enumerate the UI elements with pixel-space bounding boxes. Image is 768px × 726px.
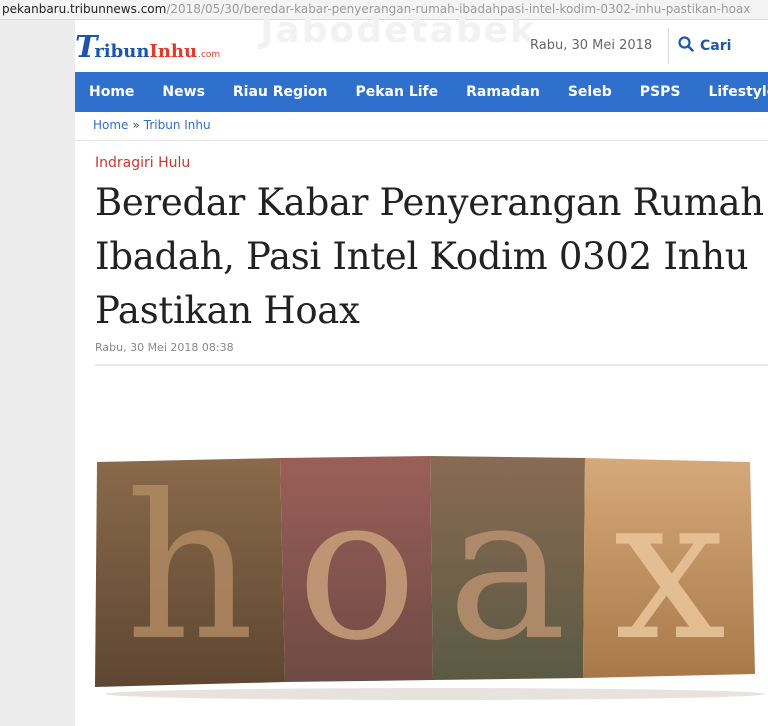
article-image[interactable]: h o a x [95, 412, 768, 702]
search-button[interactable]: Cari [678, 36, 731, 56]
breadcrumb-divider [75, 140, 768, 141]
site-header: Jabodetabek T ribun Inhu .com Rabu, 30 M… [75, 10, 768, 72]
hoax-letter-o: o [297, 452, 417, 685]
site-logo[interactable]: T ribun Inhu .com [75, 30, 221, 65]
breadcrumb: Home » Tribun Inhu [93, 118, 211, 132]
nav-item-news[interactable]: News [148, 72, 218, 112]
breadcrumb-separator: » [132, 118, 140, 132]
nav-item-pekan-life[interactable]: Pekan Life [341, 72, 452, 112]
main-nav: Home News Riau Region Pekan Life Ramadan… [75, 72, 768, 112]
nav-item-lifestyle[interactable]: Lifestyle [694, 72, 768, 112]
nav-item-ramadan[interactable]: Ramadan [452, 72, 554, 112]
logo-initial: T [75, 30, 97, 65]
nav-item-seleb[interactable]: Seleb [554, 72, 626, 112]
hoax-letter-a: a [447, 452, 566, 685]
article-title: Beredar Kabar Penyerangan Rumah Ibadah, … [95, 181, 764, 332]
search-label: Cari [700, 38, 732, 54]
header-watermark: Jabodetabek [260, 10, 537, 51]
article-divider [95, 364, 768, 366]
article-container: Home » Tribun Inhu Indragiri Hulu Beredar … [75, 112, 768, 726]
nav-item-psps[interactable]: PSPS [626, 72, 695, 112]
breadcrumb-current[interactable]: Tribun Inhu [144, 118, 211, 132]
nav-item-riau-region[interactable]: Riau Region [219, 72, 342, 112]
url-host: pekanbaru.tribunnews.com [2, 2, 167, 16]
header-date: Rabu, 30 Mei 2018 [530, 38, 653, 53]
header-divider [668, 28, 669, 64]
hoax-letter-x: x [614, 452, 727, 685]
logo-domain: .com [198, 50, 221, 60]
nav-item-home[interactable]: Home [75, 72, 148, 112]
hoax-letter-h: h [126, 452, 255, 685]
article-category[interactable]: Indragiri Hulu [95, 155, 190, 171]
article-date: Rabu, 30 Mei 2018 08:38 [95, 341, 234, 354]
search-icon [678, 36, 694, 56]
logo-word-inhu: Inhu [149, 41, 198, 62]
logo-word-tribun: ribun [94, 41, 150, 62]
breadcrumb-home[interactable]: Home [93, 118, 128, 132]
